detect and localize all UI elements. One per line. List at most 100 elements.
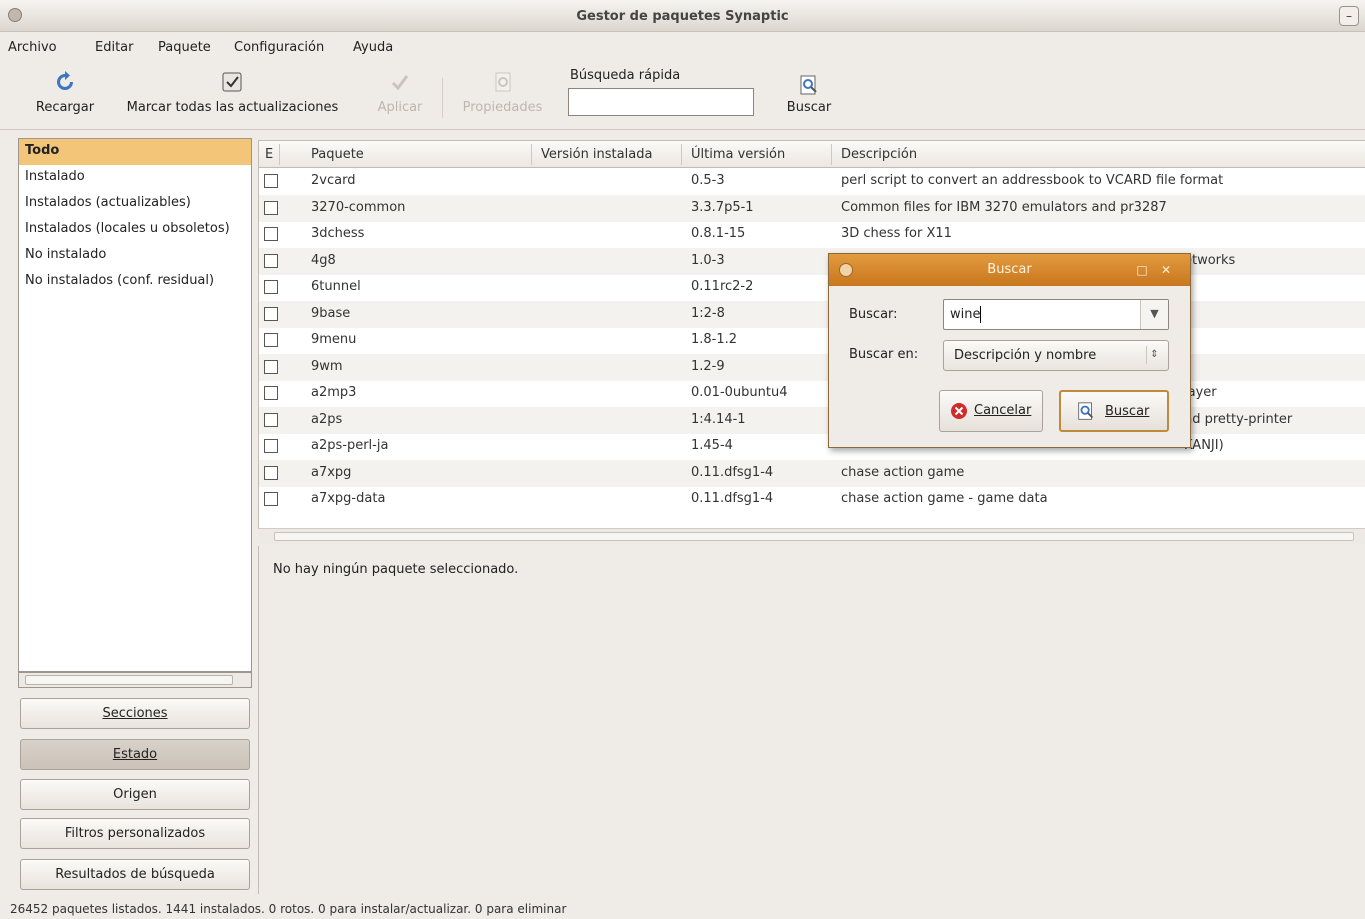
column-separator: [831, 144, 832, 165]
menu-ayuda[interactable]: Ayuda: [353, 40, 393, 55]
package-description: Common files for IBM 3270 emulators and …: [841, 199, 1167, 215]
latest-version: 1.45-4: [691, 438, 733, 453]
column-header-paquete[interactable]: Paquete: [311, 147, 364, 162]
table-header: E Paquete Versión instalada Última versi…: [259, 141, 1365, 168]
package-checkbox[interactable]: [264, 253, 278, 268]
secciones-button[interactable]: Secciones: [20, 698, 250, 729]
latest-version: 1.2-9: [691, 358, 725, 374]
package-checkbox[interactable]: [264, 280, 278, 294]
package-checkbox[interactable]: [264, 227, 278, 241]
package-name: 4g8: [311, 252, 336, 268]
table-row[interactable]: a7xpg-data 0.11.dfsg1-4 chase action game …: [259, 486, 1365, 513]
latest-version: 3.3.7p5-1: [691, 199, 754, 215]
package-name: 2vcard: [311, 173, 356, 188]
package-checkbox[interactable]: [264, 439, 278, 453]
table-row[interactable]: 2vcard 0.5-3 perl script to convert an add…: [259, 168, 1365, 195]
package-checkbox[interactable]: [264, 359, 278, 374]
apply-label: Aplicar: [377, 100, 423, 115]
apply-check-icon: [391, 75, 409, 91]
search-text-combo[interactable]: wine ▼: [943, 299, 1169, 330]
cancel-button[interactable]: Cancelar: [939, 390, 1043, 432]
package-checkbox[interactable]: [264, 174, 278, 188]
menu-archivo[interactable]: Archivo: [8, 40, 57, 55]
table-row[interactable]: 6tunnel 0.11rc2-2: [259, 274, 1365, 301]
no-selection-text: No hay ningún paquete seleccionado.: [273, 562, 519, 577]
estado-button[interactable]: Estado: [20, 739, 250, 770]
minimize-button[interactable]: –: [1339, 6, 1359, 26]
menu-configuracion[interactable]: Configuración: [234, 40, 324, 55]
filter-item-conf-residual[interactable]: No instalados (conf. residual): [19, 269, 251, 295]
menu-paquete[interactable]: Paquete: [158, 40, 211, 55]
search-dialog: Buscar □ ✕ Buscar: wine ▼ Buscar en: Des…: [828, 253, 1191, 448]
table-row[interactable]: 4g8 1.0-3 etworks: [259, 247, 1365, 275]
package-description: nd pretty-printer: [1184, 411, 1293, 427]
chevron-down-icon[interactable]: ▼: [1140, 300, 1168, 329]
table-row[interactable]: a2ps-perl-ja 1.45-4 KANJI): [259, 433, 1365, 460]
dialog-search-button[interactable]: Buscar: [1059, 390, 1169, 432]
toolbar: Recargar Marcar todas las actualizacione…: [0, 62, 1365, 130]
latest-version: 0.8.1-15: [691, 226, 746, 241]
search-text-value[interactable]: wine: [950, 307, 980, 322]
table-row[interactable]: 9menu 1.8-1.2: [259, 327, 1365, 354]
filter-item-todo[interactable]: Todo: [19, 139, 251, 165]
reload-label: Recargar: [35, 100, 95, 115]
search-in-select[interactable]: Descripción y nombre ⇕: [943, 340, 1169, 371]
column-header-ultima-version[interactable]: Última versión: [691, 147, 785, 162]
column-header-e[interactable]: E: [265, 147, 273, 162]
close-icon[interactable]: ✕: [1158, 262, 1174, 278]
table-row[interactable]: a2mp3 0.01-0ubuntu4 layer: [259, 380, 1365, 407]
quick-search-input[interactable]: [568, 88, 754, 116]
secciones-label: Secciones: [102, 706, 168, 721]
table-row[interactable]: a2ps 1:4.14-1 nd pretty-printer: [259, 406, 1365, 434]
menu-editar[interactable]: Editar: [95, 40, 134, 55]
filter-list-hscrollbar[interactable]: [18, 672, 252, 688]
search-button[interactable]: Buscar: [776, 74, 842, 115]
package-checkbox[interactable]: [264, 386, 278, 400]
filter-item-actualizables[interactable]: Instalados (actualizables): [19, 191, 251, 217]
properties-icon: [495, 72, 510, 92]
column-separator: [279, 144, 280, 165]
scroll-thumb[interactable]: [274, 532, 1354, 541]
package-name: a2ps-perl-ja: [311, 438, 389, 453]
mark-all-upgrades-button[interactable]: Marcar todas las actualizaciones: [110, 70, 355, 115]
package-name: 9wm: [311, 358, 343, 374]
estado-label: Estado: [112, 747, 158, 762]
resultados-busqueda-button[interactable]: Resultados de búsqueda: [20, 859, 250, 890]
table-hscrollbar[interactable]: [258, 528, 1365, 544]
reload-button[interactable]: Recargar: [30, 70, 100, 115]
table-row[interactable]: 9base 1:2-8: [259, 300, 1365, 328]
maximize-icon[interactable]: □: [1134, 262, 1150, 278]
properties-button[interactable]: Propiedades: [455, 70, 550, 115]
filter-item-no-instalado[interactable]: No instalado: [19, 243, 251, 269]
filtros-personalizados-button[interactable]: Filtros personalizados: [20, 818, 250, 849]
search-label: Buscar: [786, 100, 832, 115]
search-icon: [1078, 402, 1094, 420]
package-table: E Paquete Versión instalada Última versi…: [258, 140, 1365, 528]
package-checkbox[interactable]: [264, 412, 278, 427]
table-row[interactable]: 9wm 1.2-9: [259, 353, 1365, 381]
search-icon: [800, 75, 817, 95]
filter-item-instalado[interactable]: Instalado: [19, 165, 251, 191]
filter-item-locales-obsoletos[interactable]: Instalados (locales u obsoletos): [19, 217, 251, 243]
column-header-descripcion[interactable]: Descripción: [841, 147, 917, 162]
latest-version: 1:4.14-1: [691, 411, 746, 427]
package-description: chase action game - game data: [841, 491, 1048, 506]
package-name: a2mp3: [311, 385, 357, 400]
package-checkbox[interactable]: [264, 200, 278, 215]
origen-button[interactable]: Origen: [20, 779, 250, 810]
package-checkbox[interactable]: [264, 465, 278, 480]
package-name: 9base: [311, 305, 351, 321]
apply-button[interactable]: Aplicar: [370, 70, 430, 115]
package-checkbox[interactable]: [264, 306, 278, 321]
package-name: 9menu: [311, 332, 357, 347]
package-checkbox[interactable]: [264, 333, 278, 347]
table-row[interactable]: 3270-common 3.3.7p5-1 Common files for IBM…: [259, 194, 1365, 222]
package-checkbox[interactable]: [264, 492, 278, 506]
quick-search-label: Búsqueda rápida: [570, 68, 681, 83]
column-separator: [681, 144, 682, 165]
latest-version: 0.11.dfsg1-4: [691, 464, 774, 480]
column-header-version-instalada[interactable]: Versión instalada: [541, 147, 652, 162]
table-row[interactable]: 3dchess 0.8.1-15 3D chess for X11: [259, 221, 1365, 248]
table-row[interactable]: a7xpg 0.11.dfsg1-4 chase action game: [259, 459, 1365, 487]
scroll-thumb[interactable]: [25, 675, 233, 685]
